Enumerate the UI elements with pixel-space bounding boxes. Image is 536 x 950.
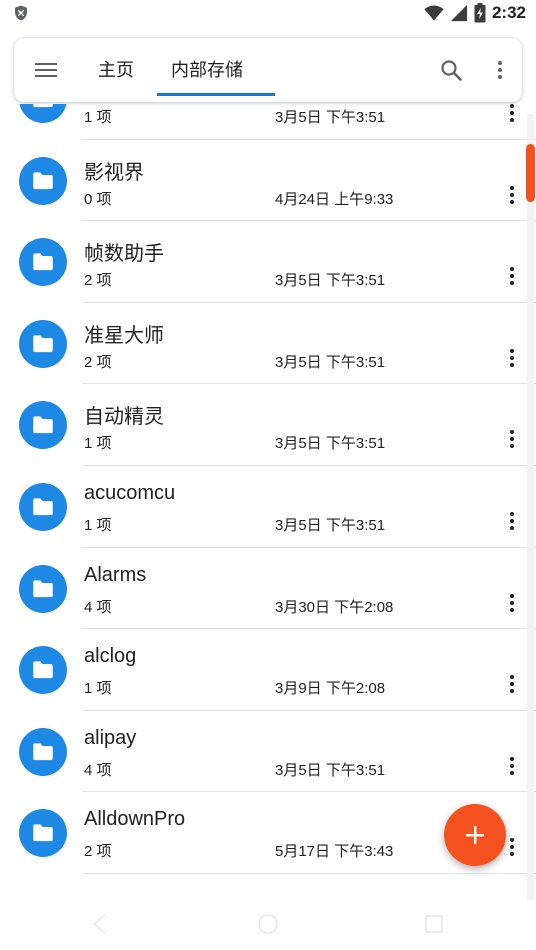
item-count: 1 项	[84, 516, 112, 534]
list-item[interactable]: alclog 1 项 3月9日 下午2:08	[0, 629, 536, 711]
more-vert-icon[interactable]	[488, 58, 512, 82]
recents-icon[interactable]	[422, 912, 446, 936]
modified-date: 3月5日 下午3:51	[275, 761, 386, 779]
plus-icon	[466, 826, 484, 844]
file-name: 准星大师	[84, 324, 164, 347]
folder-icon	[19, 727, 67, 776]
more-vert-icon[interactable]	[500, 104, 524, 125]
modified-date: 3月5日 下午3:51	[275, 272, 386, 290]
folder-icon	[19, 319, 67, 368]
file-name: acucomcu	[84, 481, 176, 504]
item-count: 2 项	[84, 843, 112, 861]
file-name: alipay	[84, 726, 137, 749]
scrollbar-thumb[interactable]	[526, 144, 535, 202]
more-vert-icon[interactable]	[500, 672, 524, 696]
back-icon[interactable]	[88, 912, 112, 936]
item-count: 1 项	[84, 680, 112, 698]
list-item[interactable]: Alarms 4 项 3月30日 下午2:08	[0, 548, 536, 630]
folder-icon	[19, 156, 67, 205]
modified-date: 4月24日 上午9:33	[275, 190, 394, 208]
folder-icon	[19, 646, 67, 695]
item-count: 2 项	[84, 272, 112, 290]
folder-icon	[19, 809, 67, 858]
add-fab-button[interactable]	[444, 804, 506, 866]
modified-date: 3月5日 下午3:51	[275, 435, 386, 453]
modified-date: 3月9日 下午2:08	[275, 680, 386, 698]
item-count: 2 项	[84, 353, 112, 371]
more-vert-icon[interactable]	[500, 591, 524, 615]
home-icon[interactable]	[256, 912, 280, 936]
file-name: AlldownPro	[84, 808, 186, 831]
list-item[interactable]: 准星大师 2 项 3月5日 下午3:51	[0, 303, 536, 385]
file-name: 影视界	[84, 161, 144, 184]
file-name: Alarms	[84, 563, 147, 586]
shield-x-icon	[15, 5, 27, 21]
more-vert-icon[interactable]	[500, 346, 524, 370]
folder-icon	[19, 104, 67, 123]
active-tab-indicator	[157, 93, 275, 96]
list-item[interactable]: alipay 4 项 3月5日 下午3:51	[0, 711, 536, 793]
status-bar: 2:32	[0, 0, 536, 26]
more-vert-icon[interactable]	[500, 264, 524, 288]
more-vert-icon[interactable]	[500, 427, 524, 451]
more-vert-icon[interactable]	[500, 509, 524, 533]
file-name: alclog	[84, 645, 137, 668]
list-item[interactable]: 帧数助手 2 项 3月5日 下午3:51	[0, 221, 536, 303]
file-name: 自动精灵	[84, 406, 164, 429]
navigation-bar	[0, 900, 536, 950]
item-count: 4 项	[84, 761, 112, 779]
file-name: 帧数助手	[84, 243, 164, 266]
list-item[interactable]: 自动精灵 1 项 3月5日 下午3:51	[0, 384, 536, 466]
search-icon[interactable]	[439, 58, 463, 82]
item-count: 0 项	[84, 190, 112, 208]
wifi-icon	[424, 5, 444, 21]
list-item[interactable]: 影视界 0 项 4月24日 上午9:33	[0, 140, 536, 222]
list-item[interactable]: 封天直播 1 项 3月5日 下午3:51	[0, 104, 536, 140]
signal-icon	[450, 4, 468, 22]
folder-icon	[19, 564, 67, 613]
status-icons: 2:32	[424, 2, 526, 24]
app-bar: 主页 内部存储	[14, 38, 522, 102]
modified-date: 3月5日 下午3:51	[275, 516, 386, 534]
status-time: 2:32	[491, 3, 526, 22]
modified-date: 3月5日 下午3:51	[275, 353, 386, 371]
item-count: 4 项	[84, 598, 112, 616]
folder-icon	[19, 238, 67, 287]
file-list: 封天直播 1 项 3月5日 下午3:51 影视界 0 项 4月24日 上午9:3…	[0, 104, 536, 900]
folder-icon	[19, 482, 67, 531]
more-vert-icon[interactable]	[500, 183, 524, 207]
more-vert-icon[interactable]	[500, 754, 524, 778]
modified-date: 3月5日 下午3:51	[275, 109, 386, 126]
divider	[82, 872, 536, 874]
modified-date: 3月30日 下午2:08	[275, 598, 394, 616]
scrollbar-track[interactable]	[527, 114, 534, 900]
item-count: 1 项	[84, 109, 112, 126]
list-item[interactable]: acucomcu 1 项 3月5日 下午3:51	[0, 466, 536, 548]
battery-charging-icon	[474, 3, 486, 23]
item-count: 1 项	[84, 435, 112, 453]
folder-icon	[19, 401, 67, 450]
modified-date: 5月17日 下午3:43	[275, 843, 394, 861]
menu-icon[interactable]	[34, 58, 58, 82]
tab-home[interactable]: 主页	[98, 38, 134, 102]
